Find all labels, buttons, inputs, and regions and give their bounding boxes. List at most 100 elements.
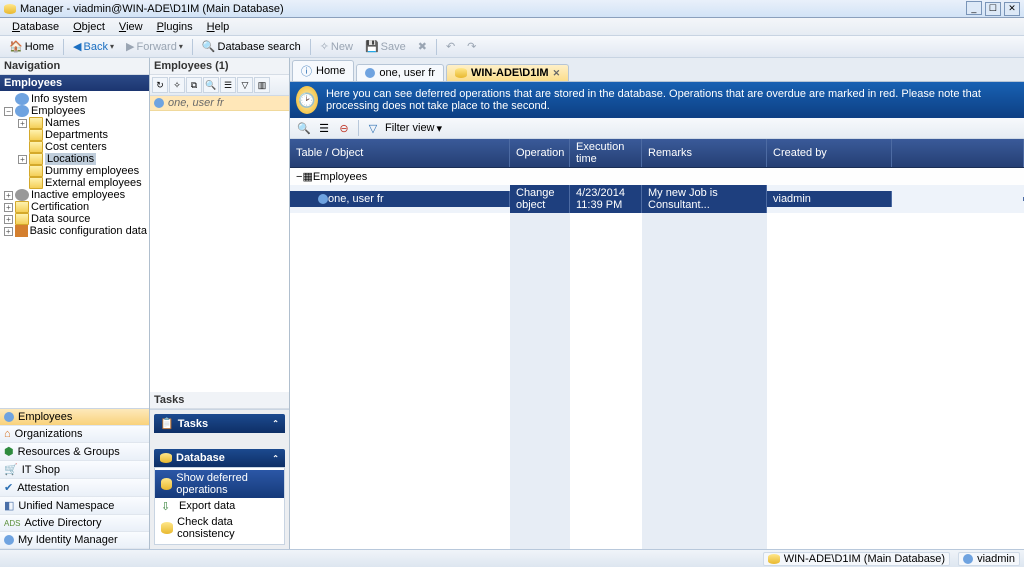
col-spacer	[892, 139, 1024, 167]
expand-icon[interactable]: +	[18, 119, 27, 128]
filter-icon[interactable]: ▽	[237, 77, 253, 93]
tree-data-source[interactable]: +Data source	[0, 213, 149, 225]
refresh-icon[interactable]: ↻	[152, 77, 168, 93]
expand-icon[interactable]: +	[4, 203, 13, 212]
banner-text: Here you can see deferred operations tha…	[326, 88, 1018, 112]
tab-home[interactable]: ⓘHome	[292, 60, 354, 81]
tab-win[interactable]: WIN-ADE\D1IM ✕	[446, 64, 569, 81]
back-button[interactable]: ◀Back▾	[68, 37, 119, 56]
title-bar: Manager - viadmin@WIN-ADE\D1IM (Main Dat…	[0, 0, 1024, 18]
minimize-button[interactable]: _	[966, 1, 982, 15]
tab-user[interactable]: one, user fr	[356, 64, 444, 81]
task-deferred[interactable]: Show deferred operations	[155, 470, 284, 498]
db-icon	[455, 68, 467, 78]
section-it-shop[interactable]: 🛒IT Shop	[0, 461, 149, 479]
expand-icon[interactable]: +	[4, 215, 13, 224]
tree-names[interactable]: +Names	[0, 117, 149, 129]
grid-group-row[interactable]: − ▦ Employees	[290, 168, 1024, 185]
filter-view-button[interactable]: Filter view▾	[385, 122, 442, 135]
separator	[310, 39, 311, 55]
separator	[63, 39, 64, 55]
result-header: Employees (1)	[150, 58, 289, 75]
tasks-group-header[interactable]: 📋Tasks⌃	[154, 414, 285, 433]
content-panel: ⓘHome one, user fr WIN-ADE\D1IM ✕ 🕑 Here…	[290, 58, 1024, 549]
status-user[interactable]: viadmin	[958, 552, 1020, 566]
tasks-header: Tasks	[150, 392, 289, 409]
result-toolbar: ↻ ✧ ⧉ 🔍 ☰ ▽ ▥	[150, 75, 289, 96]
tree-external[interactable]: External employees	[0, 177, 149, 189]
forward-button[interactable]: ▶Forward▾	[121, 37, 188, 56]
grid-header: Table / Object Operation Execution time …	[290, 139, 1024, 168]
tree-locations[interactable]: +Locations	[0, 153, 149, 165]
undo-button[interactable]: ↶	[441, 37, 460, 56]
columns-icon[interactable]: ▥	[254, 77, 270, 93]
menu-plugins[interactable]: Plugins	[151, 20, 199, 34]
section-employees[interactable]: Employees	[0, 409, 149, 426]
expand-icon[interactable]: +	[4, 191, 13, 200]
section-resources[interactable]: ⬢Resources & Groups	[0, 443, 149, 461]
delete-button[interactable]: ✖	[413, 37, 432, 56]
task-check[interactable]: Check data consistency	[155, 514, 284, 542]
collapse-icon[interactable]: −	[4, 107, 13, 116]
clock-icon: 🕑	[296, 86, 318, 114]
tree-certification[interactable]: +Certification	[0, 201, 149, 213]
col-remarks[interactable]: Remarks	[642, 139, 767, 167]
status-database[interactable]: WIN-ADE\D1IM (Main Database)	[763, 552, 950, 566]
navigation-panel: Navigation Employees Info system −Employ…	[0, 58, 150, 549]
section-active-directory[interactable]: ADSActive Directory	[0, 515, 149, 532]
col-table-object[interactable]: Table / Object	[290, 139, 510, 167]
list-item[interactable]: one, user fr	[150, 96, 289, 111]
menu-database[interactable]: Database	[6, 20, 65, 34]
filter-icon[interactable]: ▽	[365, 120, 381, 136]
task-export[interactable]: ⇩Export data	[155, 498, 284, 514]
category-header: Employees	[0, 75, 149, 91]
close-tab-icon[interactable]: ✕	[553, 68, 561, 79]
tree-dummy[interactable]: Dummy employees	[0, 165, 149, 177]
window-title: Manager - viadmin@WIN-ADE\D1IM (Main Dat…	[20, 3, 284, 15]
find-icon[interactable]: 🔍	[296, 120, 312, 136]
info-icon: ⓘ	[301, 63, 312, 79]
tree-employees[interactable]: −Employees	[0, 105, 149, 117]
delete-icon[interactable]: ⊖	[336, 120, 352, 136]
clone-icon[interactable]: ⧉	[186, 77, 202, 93]
groupby-icon[interactable]: ☰	[316, 120, 332, 136]
close-window-button[interactable]: ✕	[1004, 2, 1020, 16]
navigation-header: Navigation	[0, 58, 149, 75]
tree-inactive[interactable]: +Inactive employees	[0, 189, 149, 201]
section-organizations[interactable]: ⌂Organizations	[0, 426, 149, 443]
tree-departments[interactable]: Departments	[0, 129, 149, 141]
section-unified[interactable]: ◧Unified Namespace	[0, 497, 149, 515]
expand-icon[interactable]: +	[18, 155, 27, 164]
database-group-header[interactable]: Database⌃	[154, 449, 285, 467]
find-icon[interactable]: 🔍	[203, 77, 219, 93]
menu-view[interactable]: View	[113, 20, 149, 34]
maximize-button[interactable]: ☐	[985, 2, 1001, 16]
chevron-up-icon: ⌃	[272, 419, 279, 428]
section-my-identity[interactable]: My Identity Manager	[0, 532, 149, 549]
new-button[interactable]: ✧New	[315, 37, 358, 56]
home-button[interactable]: 🏠Home	[4, 37, 59, 56]
tree-basic-config[interactable]: +Basic configuration data	[0, 225, 149, 237]
separator	[192, 39, 193, 55]
user-icon	[318, 194, 328, 204]
grid-data-row[interactable]: one, user fr Change object 4/23/2014 11:…	[290, 185, 1024, 213]
redo-button[interactable]: ↷	[462, 37, 481, 56]
col-exec-time[interactable]: Execution time	[570, 139, 642, 167]
new-icon[interactable]: ✧	[169, 77, 185, 93]
tree-cost-centers[interactable]: Cost centers	[0, 141, 149, 153]
save-button[interactable]: 💾Save	[360, 37, 411, 56]
grid-body: − ▦ Employees one, user fr Change object…	[290, 168, 1024, 549]
menu-help[interactable]: Help	[201, 20, 236, 34]
db-search-button[interactable]: 🔍Database search	[197, 37, 306, 56]
nav-sections: Employees ⌂Organizations ⬢Resources & Gr…	[0, 408, 149, 549]
tree-info-system[interactable]: Info system	[0, 93, 149, 105]
groupby-icon[interactable]: ☰	[220, 77, 236, 93]
expand-icon[interactable]: +	[4, 227, 13, 236]
chevron-up-icon: ⌃	[272, 454, 279, 463]
section-attestation[interactable]: ✔Attestation	[0, 479, 149, 497]
menu-bar: Database Object View Plugins Help	[0, 18, 1024, 36]
col-created-by[interactable]: Created by	[767, 139, 892, 167]
col-operation[interactable]: Operation	[510, 139, 570, 167]
menu-object[interactable]: Object	[67, 20, 111, 34]
status-bar: WIN-ADE\D1IM (Main Database) viadmin	[0, 549, 1024, 567]
